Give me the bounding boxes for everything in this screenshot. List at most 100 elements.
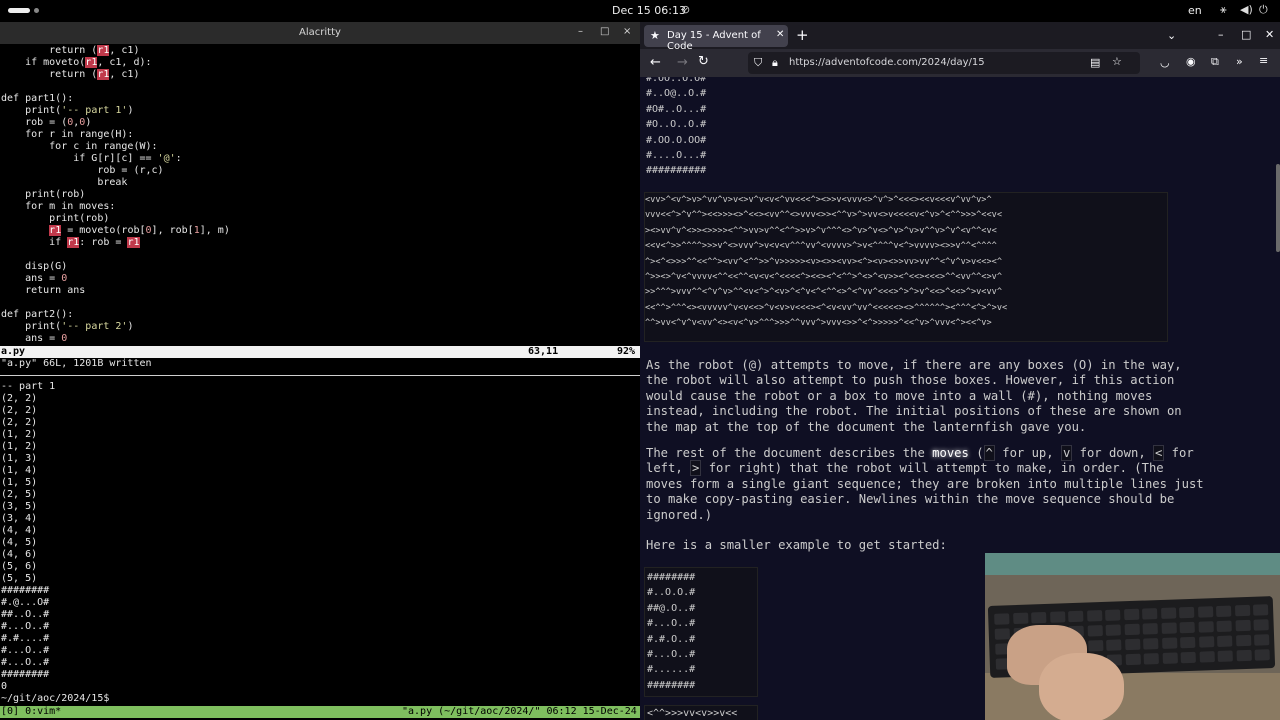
navigation-bar: ← → ↻ ⛉ 🔒︎ https://adventofcode.com/2024… [640, 49, 1280, 77]
clock[interactable]: Dec 15 06:13 [612, 4, 686, 17]
bookmark-star-icon[interactable]: ☆ [1112, 55, 1122, 68]
output-line: ######## [1, 585, 50, 596]
statusline-percent: 92% [617, 346, 636, 357]
map-row: ######## [647, 572, 696, 583]
keyboard-key [1160, 607, 1176, 619]
code-line: if moveto(r1, c1, d): [1, 57, 152, 68]
code-line: ans = 0 [1, 333, 68, 344]
moves-row: >>^^^>vvv^^<^v^v>^^<v<^>^<v>^<^v<^<^^<>^… [645, 287, 1002, 298]
code-line: return ans [1, 285, 86, 296]
account-icon[interactable]: ◉ [1186, 55, 1196, 68]
terminal-titlebar[interactable]: Alacritty – □ × [0, 22, 640, 44]
close-button[interactable]: × [623, 26, 631, 37]
code-line: disp(G) [1, 261, 68, 272]
keyboard-key [1142, 608, 1158, 620]
new-tab-icon[interactable]: + [796, 26, 809, 44]
star-favicon-icon: ★ [650, 29, 660, 42]
map-row: #..O.O.# [647, 587, 696, 599]
keyboard-key [1252, 604, 1269, 616]
window-close-icon[interactable]: ✕ [1265, 28, 1274, 41]
url-text[interactable]: https://adventofcode.com/2024/day/15 [789, 57, 985, 68]
para-text: for up, [994, 446, 1061, 460]
keyboard-key [1178, 606, 1195, 619]
code-line: rob = (0,0) [1, 117, 92, 128]
code-line: print('-- part 2') [1, 321, 134, 332]
moves-row: <vv>^<v^>v>^vv^v>v<>v^v<v<^vv<<<^><>>v<v… [645, 195, 992, 205]
tab-day15[interactable]: ★ Day 15 - Advent of Code ✕ [644, 25, 788, 52]
keyboard-key [1162, 652, 1178, 664]
url-bar[interactable]: ⛉ 🔒︎ https://adventofcode.com/2024/day/1… [748, 52, 1140, 74]
lock-icon[interactable]: 🔒︎ [772, 56, 778, 70]
pocket-icon[interactable]: ◡ [1160, 56, 1170, 69]
code-line: for r in range(H): [1, 129, 134, 140]
keyboard-key [1125, 653, 1141, 666]
tmux-window-list[interactable]: [0] 0:vim* [1, 706, 61, 718]
workspace-dot [34, 8, 39, 13]
activities-indicator[interactable] [8, 8, 30, 13]
reader-view-icon[interactable]: ▤ [1090, 56, 1100, 69]
keyboard-key [1124, 623, 1140, 636]
keyboard-key [1087, 625, 1103, 637]
code-line: def part2(): [1, 309, 74, 320]
page-scrollbar[interactable] [1276, 164, 1280, 252]
right-code: > [690, 460, 702, 477]
tmux-pane-divider[interactable] [0, 375, 640, 376]
code-line: rob = (r,c) [1, 165, 164, 176]
output-line: (3, 5) [1, 501, 38, 512]
tmux-status-right: "a.py (~/git/aoc/2024/" 06:12 15-Dec-24 [402, 706, 637, 717]
keyboard-key [1217, 635, 1233, 648]
keyboard-key [1087, 640, 1103, 652]
moves-row: ^>><>^v<^vvvv<^^<<^^<v<v<^<<<<^><<><^<^^… [645, 272, 1002, 283]
vim-editor-buffer[interactable]: return (r1, c1) if moveto(r1, c1, d): re… [1, 45, 639, 345]
tab-close-icon[interactable]: ✕ [776, 29, 784, 40]
reload-icon[interactable]: ↻ [698, 54, 709, 69]
paragraph-smaller-example: Here is a smaller example to get started… [646, 538, 947, 552]
keyboard-key [1215, 605, 1232, 618]
statusline-filename: a.py [1, 346, 26, 357]
up-code: ^ [983, 445, 995, 461]
keyboard-key [1180, 651, 1196, 664]
overflow-menu-icon[interactable]: » [1236, 55, 1243, 68]
moves-emphasis: moves [932, 446, 969, 460]
statusline-position: 63,11 [528, 346, 559, 357]
output-line: -- part 1 [1, 381, 56, 392]
tab-list-chevron-icon[interactable]: ⌄ [1167, 29, 1176, 42]
para-text: ( [968, 446, 984, 460]
code-line: print('-- part 1') [1, 105, 134, 116]
window-minimize-icon[interactable]: – [1218, 28, 1224, 41]
para-text: for down, [1072, 446, 1153, 460]
shield-icon[interactable]: ⛉ [754, 56, 762, 70]
minimize-button[interactable]: – [578, 26, 583, 37]
language-indicator[interactable]: en [1188, 4, 1202, 17]
output-line: (2, 2) [1, 393, 38, 404]
maximize-button[interactable]: □ [600, 26, 609, 37]
hamburger-menu-icon[interactable]: ≡ [1259, 54, 1268, 67]
extensions-icon[interactable]: ⧉ [1211, 55, 1219, 69]
webcam-overlay [985, 553, 1280, 720]
code-line: return (r1, c1) [1, 69, 140, 80]
volume-icon[interactable]: ◀) [1240, 3, 1253, 16]
keyboard-key [1235, 634, 1251, 647]
small-map-code-block: ######## #..O.O.# ##@.O..# #...O..# #.#.O..#… [644, 567, 758, 697]
keyboard-key [1086, 610, 1102, 622]
keyboard-key [1161, 637, 1177, 649]
keyboard-key [1105, 609, 1121, 621]
tmux-status-bar: [0] 0:vim* "a.py (~/git/aoc/2024/" 06:12… [0, 706, 640, 718]
window-maximize-icon[interactable]: □ [1241, 28, 1251, 41]
forward-arrow-icon[interactable]: → [677, 55, 688, 70]
down-code: v [1060, 445, 1073, 461]
output-line: (5, 6) [1, 561, 38, 572]
cutting-mat [985, 553, 1280, 575]
map-row: #.#.O..# [647, 633, 696, 645]
terminal-window[interactable]: Alacritty – □ × return (r1, c1) if movet… [0, 22, 640, 720]
output-line: 0 [1, 681, 8, 692]
moves-code-block: <vv>^<v^>v>^vv^v>v<>v^v<v<^vv<<<^><>>v<v… [644, 192, 1168, 342]
power-icon[interactable]: ⏻ [1259, 3, 1268, 17]
terminal-output[interactable]: -- part 1 (2, 2) (2, 2) (2, 2) (1, 2) (1, 2)(… [1, 381, 639, 705]
output-line: (1, 5) [1, 477, 38, 488]
left-code: < [1153, 445, 1165, 461]
code-line: print(rob) [1, 189, 86, 200]
output-line: (1, 4) [1, 465, 38, 476]
back-arrow-icon[interactable]: ← [650, 55, 661, 70]
network-icon[interactable]: ⚹ [1220, 3, 1227, 17]
